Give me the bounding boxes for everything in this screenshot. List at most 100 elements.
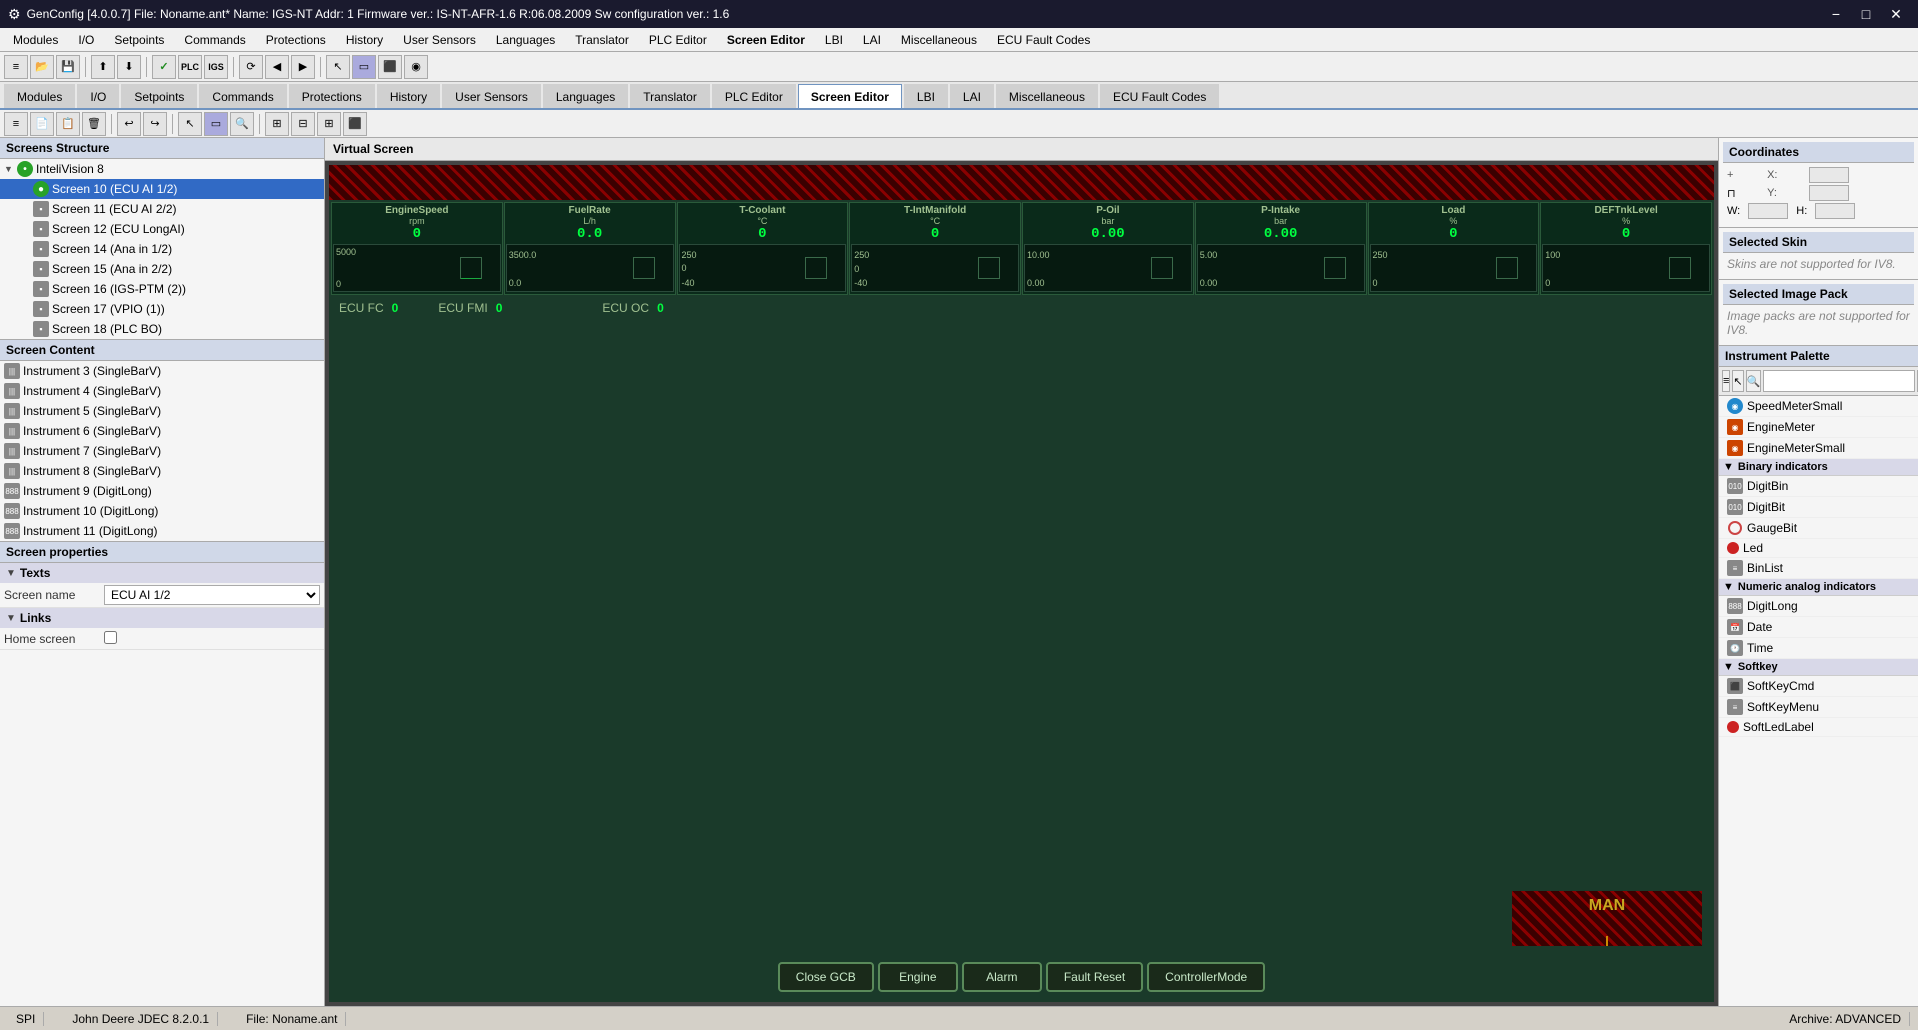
palette-date[interactable]: 📅 Date bbox=[1719, 617, 1918, 638]
vs-btn-fault-reset[interactable]: Fault Reset bbox=[1046, 962, 1143, 992]
tab-user-sensors[interactable]: User Sensors bbox=[442, 84, 541, 108]
toolbar-igs[interactable]: IGS bbox=[204, 55, 228, 79]
menu-item-user-sensors[interactable]: User Sensors bbox=[394, 29, 485, 51]
toolbar-rect[interactable]: ▭ bbox=[352, 55, 376, 79]
tb2-zoom[interactable]: 🔍 bbox=[230, 112, 254, 136]
toolbar-circle[interactable]: ◉ bbox=[404, 55, 428, 79]
y-input[interactable] bbox=[1809, 185, 1849, 201]
links-section-header[interactable]: ▼ Links bbox=[0, 608, 324, 628]
content-item-5[interactable]: ||| Instrument 5 (SingleBarV) bbox=[0, 401, 324, 421]
palette-time[interactable]: 🕐 Time bbox=[1719, 638, 1918, 659]
toolbar-back[interactable]: ◀ bbox=[265, 55, 289, 79]
tb2-btn1[interactable]: ≡ bbox=[4, 112, 28, 136]
instr-pintake[interactable]: P-Intake bar 0.00 5.00 0.00 bbox=[1195, 202, 1367, 295]
tab-history[interactable]: History bbox=[377, 84, 440, 108]
tb2-delete[interactable]: 🗑 bbox=[82, 112, 106, 136]
palette-digitbit[interactable]: 010 DigitBit bbox=[1719, 497, 1918, 518]
menu-item-ecu-fault-codes[interactable]: ECU Fault Codes bbox=[988, 29, 1099, 51]
menu-item-modules[interactable]: Modules bbox=[4, 29, 67, 51]
palette-led[interactable]: Led bbox=[1719, 539, 1918, 558]
tab-modules[interactable]: Modules bbox=[4, 84, 75, 108]
content-item-7[interactable]: ||| Instrument 7 (SingleBarV) bbox=[0, 441, 324, 461]
tb2-undo[interactable]: ↩ bbox=[117, 112, 141, 136]
tab-plc-editor[interactable]: PLC Editor bbox=[712, 84, 796, 108]
tree-item-screen11[interactable]: ▪ Screen 11 (ECU AI 2/2) bbox=[0, 199, 324, 219]
tab-screen-editor[interactable]: Screen Editor bbox=[798, 84, 902, 108]
content-item-10[interactable]: 888 Instrument 10 (DigitLong) bbox=[0, 501, 324, 521]
tb2-redo[interactable]: ↪ bbox=[143, 112, 167, 136]
tb2-rect-sel[interactable]: ▭ bbox=[204, 112, 228, 136]
tree-item-screen18[interactable]: ▪ Screen 18 (PLC BO) bbox=[0, 319, 324, 339]
instr-enginespeed[interactable]: EngineSpeed rpm 0 5000 0 bbox=[331, 202, 503, 295]
tree-root[interactable]: ▼ • InteliVision 8 bbox=[0, 159, 324, 179]
close-button[interactable]: ✕ bbox=[1882, 0, 1910, 28]
w-input[interactable] bbox=[1748, 203, 1788, 219]
menu-item-setpoints[interactable]: Setpoints bbox=[105, 29, 173, 51]
palette-engine-meter[interactable]: ◉ EngineMeter bbox=[1719, 417, 1918, 438]
toolbar-download[interactable]: ⬇ bbox=[117, 55, 141, 79]
tab-lai[interactable]: LAI bbox=[950, 84, 994, 108]
menu-item-commands[interactable]: Commands bbox=[175, 29, 254, 51]
vs-btn-close-gcb[interactable]: Close GCB bbox=[778, 962, 874, 992]
tab-miscellaneous[interactable]: Miscellaneous bbox=[996, 84, 1098, 108]
tree-item-screen10[interactable]: ● Screen 10 (ECU AI 1/2) bbox=[0, 179, 324, 199]
menu-item-translator[interactable]: Translator bbox=[566, 29, 638, 51]
vs-btn-engine[interactable]: Engine bbox=[878, 962, 958, 992]
toolbar-forward[interactable]: ▶ bbox=[291, 55, 315, 79]
maximize-button[interactable]: □ bbox=[1852, 0, 1880, 28]
palette-engine-meter-small[interactable]: ◉ EngineMeterSmall bbox=[1719, 438, 1918, 459]
tb2-select[interactable]: ↖ bbox=[178, 112, 202, 136]
palette-binlist[interactable]: ≡ BinList bbox=[1719, 558, 1918, 579]
content-item-8[interactable]: ||| Instrument 8 (SingleBarV) bbox=[0, 461, 324, 481]
toolbar-menu[interactable]: ≡ bbox=[4, 55, 28, 79]
toolbar-refresh[interactable]: ⟳ bbox=[239, 55, 263, 79]
tab-translator[interactable]: Translator bbox=[630, 84, 710, 108]
tree-item-screen17[interactable]: ▪ Screen 17 (VPIO (1)) bbox=[0, 299, 324, 319]
tab-setpoints[interactable]: Setpoints bbox=[121, 84, 197, 108]
tree-item-screen12[interactable]: ▪ Screen 12 (ECU LongAI) bbox=[0, 219, 324, 239]
toolbar-plc[interactable]: PLC bbox=[178, 55, 202, 79]
instr-deftanklevel[interactable]: DEFTnkLevel % 0 100 0 bbox=[1540, 202, 1712, 295]
menu-item-screen-editor[interactable]: Screen Editor bbox=[718, 29, 814, 51]
toolbar-check[interactable]: ✓ bbox=[152, 55, 176, 79]
screen-name-select[interactable]: ECU AI 1/2 bbox=[104, 585, 320, 605]
vs-btn-alarm[interactable]: Alarm bbox=[962, 962, 1042, 992]
h-input[interactable] bbox=[1815, 203, 1855, 219]
palette-digitbin[interactable]: 010 DigitBin bbox=[1719, 476, 1918, 497]
toolbar-stop[interactable]: ⬛ bbox=[378, 55, 402, 79]
numeric-analog-category[interactable]: ▼ Numeric analog indicators bbox=[1719, 579, 1918, 596]
content-item-3[interactable]: ||| Instrument 3 (SingleBarV) bbox=[0, 361, 324, 381]
menu-item-i/o[interactable]: I/O bbox=[69, 29, 103, 51]
content-item-6[interactable]: ||| Instrument 6 (SingleBarV) bbox=[0, 421, 324, 441]
palette-search-btn[interactable]: 🔍 bbox=[1746, 370, 1762, 392]
content-item-11[interactable]: 888 Instrument 11 (DigitLong) bbox=[0, 521, 324, 541]
menu-item-languages[interactable]: Languages bbox=[487, 29, 564, 51]
tab-languages[interactable]: Languages bbox=[543, 84, 628, 108]
binary-indicators-category[interactable]: ▼ Binary indicators bbox=[1719, 459, 1918, 476]
tab-i/o[interactable]: I/O bbox=[77, 84, 119, 108]
tree-item-screen16[interactable]: ▪ Screen 16 (IGS-PTM (2)) bbox=[0, 279, 324, 299]
tb2-stop[interactable]: ⬛ bbox=[343, 112, 367, 136]
tree-item-screen14[interactable]: ▪ Screen 14 (Ana in 1/2) bbox=[0, 239, 324, 259]
minimize-button[interactable]: − bbox=[1822, 0, 1850, 28]
menu-item-lbi[interactable]: LBI bbox=[816, 29, 852, 51]
content-item-4[interactable]: ||| Instrument 4 (SingleBarV) bbox=[0, 381, 324, 401]
palette-view-btn[interactable]: ≡ bbox=[1722, 370, 1730, 392]
tb2-copy[interactable]: 📋 bbox=[56, 112, 80, 136]
menu-item-miscellaneous[interactable]: Miscellaneous bbox=[892, 29, 986, 51]
home-screen-checkbox[interactable] bbox=[104, 631, 117, 644]
palette-search-input[interactable] bbox=[1763, 370, 1915, 392]
instr-poil[interactable]: P-Oil bar 0.00 10.00 0.00 bbox=[1022, 202, 1194, 295]
tree-item-screen15[interactable]: ▪ Screen 15 (Ana in 2/2) bbox=[0, 259, 324, 279]
screen-structure-scroll[interactable]: ▼ • InteliVision 8 ● Screen 10 (ECU AI 1… bbox=[0, 159, 324, 339]
palette-digitlong[interactable]: 888 DigitLong bbox=[1719, 596, 1918, 617]
menu-item-history[interactable]: History bbox=[337, 29, 392, 51]
content-item-9[interactable]: 888 Instrument 9 (DigitLong) bbox=[0, 481, 324, 501]
toolbar-open[interactable]: 📂 bbox=[30, 55, 54, 79]
menu-item-lai[interactable]: LAI bbox=[854, 29, 890, 51]
toolbar-upload[interactable]: ⬆ bbox=[91, 55, 115, 79]
tab-commands[interactable]: Commands bbox=[199, 84, 286, 108]
palette-softkeycmd[interactable]: ⬛ SoftKeyCmd bbox=[1719, 676, 1918, 697]
tb2-grid[interactable]: ⊞ bbox=[317, 112, 341, 136]
menu-item-plc-editor[interactable]: PLC Editor bbox=[640, 29, 716, 51]
